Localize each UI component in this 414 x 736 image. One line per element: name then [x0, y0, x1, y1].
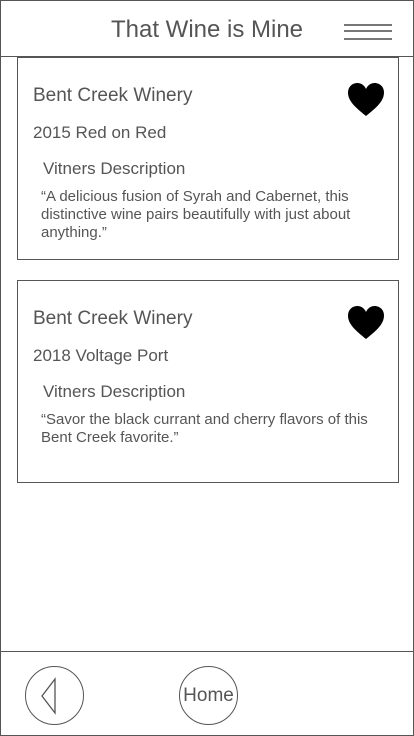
wine-name: 2018 Voltage Port: [33, 346, 169, 365]
description-text: “A delicious fusion of Syrah and Caberne…: [41, 188, 351, 241]
wine-name: 2015 Red on Red: [33, 123, 167, 142]
heart-icon-graphic: [348, 306, 384, 339]
heart-icon-graphic: [348, 83, 384, 116]
bottom-nav: Home: [1, 651, 413, 736]
hamburger-menu-icon[interactable]: [344, 21, 394, 45]
home-button[interactable]: Home: [179, 666, 238, 725]
heart-icon[interactable]: [347, 82, 385, 118]
description-label: Vitners Description: [43, 382, 186, 401]
app-header: That Wine is Mine: [1, 1, 413, 57]
menu-bar-top: [344, 24, 392, 26]
wine-card[interactable]: Bent Creek Winery 2018 Voltage Port Vitn…: [17, 280, 399, 483]
app-screen: That Wine is Mine Bent Creek Winery 2015…: [0, 0, 414, 736]
menu-bar-bottom: [344, 38, 392, 40]
menu-bar-middle: [344, 30, 392, 32]
back-button[interactable]: [25, 666, 84, 725]
back-arrow-icon: [41, 677, 56, 715]
wine-card[interactable]: Bent Creek Winery 2015 Red on Red Vitner…: [17, 57, 399, 260]
winery-name: Bent Creek Winery: [33, 308, 193, 329]
description-label: Vitners Description: [43, 159, 186, 178]
heart-icon[interactable]: [347, 305, 385, 341]
winery-name: Bent Creek Winery: [33, 85, 193, 106]
description-text: “Savor the black currant and cherry flav…: [41, 411, 368, 446]
